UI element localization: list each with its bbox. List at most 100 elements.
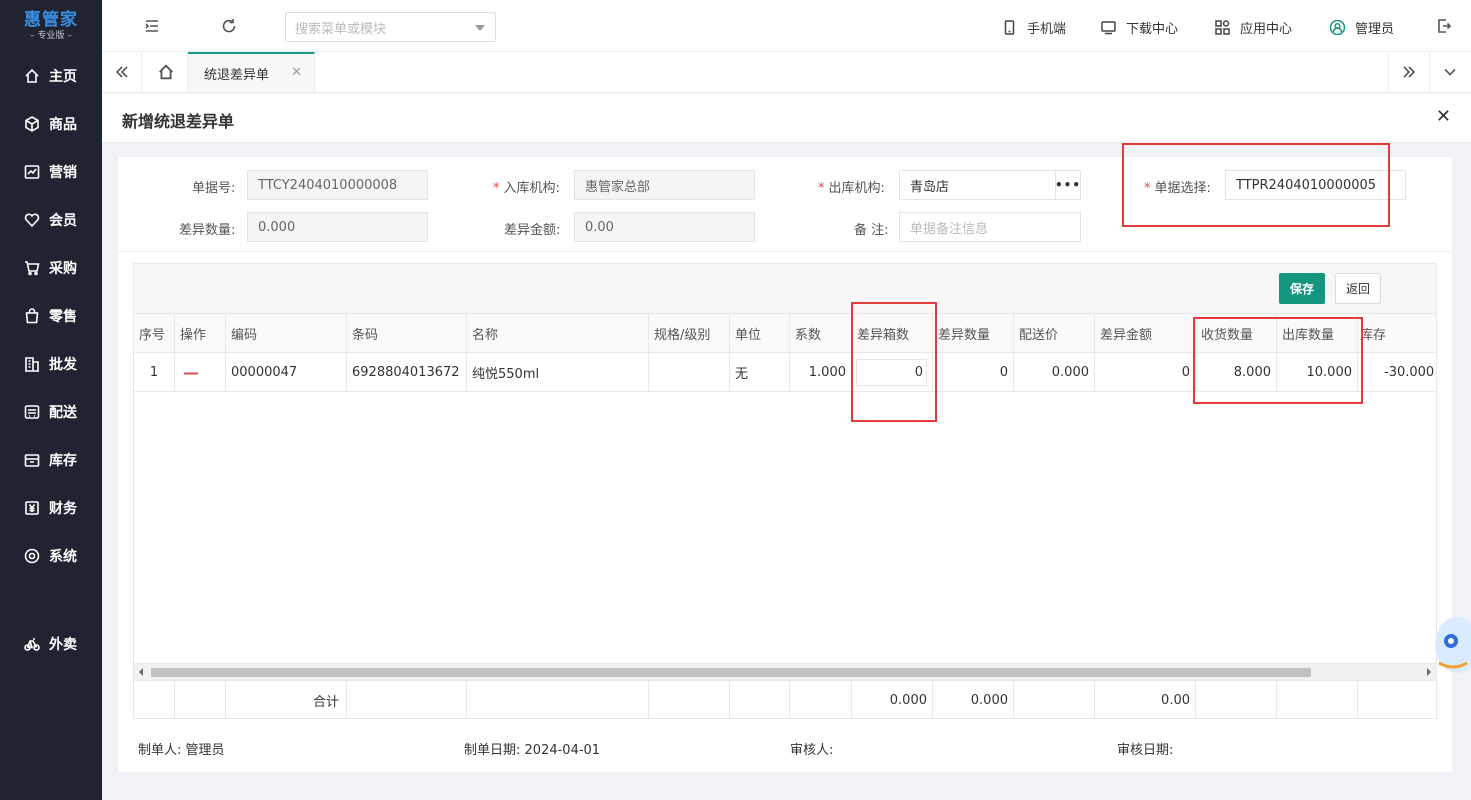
foot-cell <box>1358 681 1436 718</box>
col-header: 名称 <box>467 314 649 353</box>
tabs-dropdown-button[interactable] <box>1429 52 1469 92</box>
menu-fold-icon <box>145 20 158 32</box>
doc-no-label: 单据号: <box>192 181 236 196</box>
scroll-right-arrow-icon[interactable] <box>1427 668 1431 676</box>
more-dots-icon: ••• <box>1055 178 1082 192</box>
brand-edition: – 专业版 – <box>30 31 72 41</box>
home-icon <box>25 68 39 83</box>
menu-collapse-button[interactable] <box>143 17 161 35</box>
sidebar-item-marketing[interactable]: 营销 <box>0 152 102 192</box>
col-header: 差异金额 <box>1095 314 1196 353</box>
back-button[interactable]: 返回 <box>1335 273 1381 304</box>
horizontal-scrollbar[interactable] <box>134 663 1436 680</box>
doc-no-field: TTCY2404010000008 <box>247 170 428 200</box>
close-icon[interactable]: ✕ <box>291 65 302 80</box>
foot-cell <box>790 681 852 718</box>
refresh-button[interactable] <box>220 17 238 35</box>
footer-diff-amt: 0.00 <box>1095 681 1196 718</box>
sidebar-item-member[interactable]: 会员 <box>0 200 102 240</box>
sidebar-item-home[interactable]: 主页 <box>0 56 102 96</box>
sidebar-item-goods[interactable]: 商品 <box>0 104 102 144</box>
col-header: 序号 <box>134 314 175 353</box>
sidebar: 惠管家 – 专业版 – 主页 商品 营销 会员 采购 零售 批发 配送 库存 财… <box>0 0 102 800</box>
sidebar-item-system[interactable]: 系统 <box>0 536 102 576</box>
assistant-widget[interactable] <box>1433 605 1471 685</box>
col-header: 编码 <box>226 314 347 353</box>
out-org-picker-button[interactable]: ••• <box>1055 170 1081 200</box>
foot-cell <box>1196 681 1277 718</box>
user-avatar-icon <box>1330 20 1345 35</box>
yen-icon <box>25 501 39 515</box>
col-header: 差异数量 <box>933 314 1014 353</box>
building-icon <box>25 357 39 372</box>
search-placeholder: 搜索菜单或模块 <box>295 21 387 37</box>
logout-button[interactable] <box>1435 17 1453 35</box>
logout-icon <box>1438 19 1452 33</box>
diff-amt-field: 0.00 <box>574 212 755 242</box>
annotation-box-diff-box <box>851 302 937 422</box>
sidebar-item-distribution[interactable]: 配送 <box>0 392 102 432</box>
chart-icon <box>24 165 40 179</box>
tabs-scroll-left-button[interactable] <box>102 52 142 92</box>
panel-close-button[interactable]: ✕ <box>1436 106 1451 127</box>
tab-bar: 统退差异单 ✕ <box>102 52 1471 93</box>
brand-name: 惠管家 <box>24 10 78 30</box>
minus-icon: — <box>183 363 199 382</box>
col-header: 系数 <box>790 314 852 353</box>
diff-qty-label: 差异数量: <box>179 223 236 238</box>
page-title: 新增统退差异单 <box>122 112 235 131</box>
in-org-label: * 入库机构: <box>493 181 560 196</box>
sidebar-item-takeout[interactable]: 外卖 <box>0 624 102 664</box>
annotation-box-doc-select <box>1122 143 1390 227</box>
col-header: 操作 <box>175 314 226 353</box>
out-org-field[interactable]: 青岛店 <box>899 170 1056 200</box>
table-toolbar: 保存 返回 <box>134 264 1436 314</box>
user-menu[interactable]: 管理员 <box>1330 18 1394 37</box>
double-chevron-right-icon <box>1402 66 1415 78</box>
mobile-link[interactable]: 手机端 <box>1002 18 1066 37</box>
app-center-link[interactable]: 应用中心 <box>1215 18 1292 37</box>
cell-diff-qty: 0 <box>933 353 1014 392</box>
tab-return-diff[interactable]: 统退差异单 ✕ <box>188 52 315 92</box>
archive-icon <box>24 454 40 467</box>
cell-factor: 1.000 <box>790 353 852 392</box>
review-date-info: 审核日期: <box>1117 743 1174 758</box>
sidebar-item-finance[interactable]: 财务 <box>0 488 102 528</box>
footer-total-label: 合计 <box>226 681 347 718</box>
tab-home[interactable] <box>144 52 188 92</box>
panel-header: 新增统退差异单 ✕ <box>102 93 1471 143</box>
footer-diff-box: 0.000 <box>852 681 933 718</box>
table-footer-row: 合计 0.000 0.000 0.00 <box>134 680 1436 718</box>
apps-icon <box>1215 20 1230 35</box>
menu-search-select[interactable]: 搜索菜单或模块 <box>285 12 496 42</box>
foot-cell <box>347 681 467 718</box>
cell-spec <box>649 353 730 392</box>
col-header: 条码 <box>347 314 467 353</box>
phone-icon <box>1004 20 1015 35</box>
diff-qty-field: 0.000 <box>247 212 428 242</box>
cell-barcode: 6928804013672 <box>347 353 467 392</box>
cell-name: 纯悦550ml <box>467 353 649 392</box>
col-header: 单位 <box>730 314 790 353</box>
scroll-left-arrow-icon[interactable] <box>139 668 143 676</box>
delete-row-button[interactable]: — <box>175 353 226 392</box>
download-center-link[interactable]: 下载中心 <box>1101 18 1178 37</box>
cell-unit: 无 <box>730 353 790 392</box>
sidebar-item-retail[interactable]: 零售 <box>0 296 102 336</box>
foot-cell <box>134 681 175 718</box>
close-icon: ✕ <box>1435 106 1451 127</box>
sidebar-item-inventory[interactable]: 库存 <box>0 440 102 480</box>
sidebar-item-purchase[interactable]: 采购 <box>0 248 102 288</box>
brand-logo: 惠管家 – 专业版 – <box>0 0 102 52</box>
truck-icon <box>24 405 40 419</box>
creator-info: 制单人: 管理员 <box>138 743 225 758</box>
remark-input[interactable]: 单据备注信息 <box>899 212 1081 242</box>
foot-cell <box>467 681 649 718</box>
tabs-scroll-right-button[interactable] <box>1388 52 1428 92</box>
col-header: 库存 <box>1358 314 1436 353</box>
divider <box>118 251 1452 252</box>
col-header: 规格/级别 <box>649 314 730 353</box>
sidebar-item-wholesale[interactable]: 批发 <box>0 344 102 384</box>
save-button[interactable]: 保存 <box>1279 273 1325 304</box>
scrollbar-thumb[interactable] <box>151 668 1311 677</box>
